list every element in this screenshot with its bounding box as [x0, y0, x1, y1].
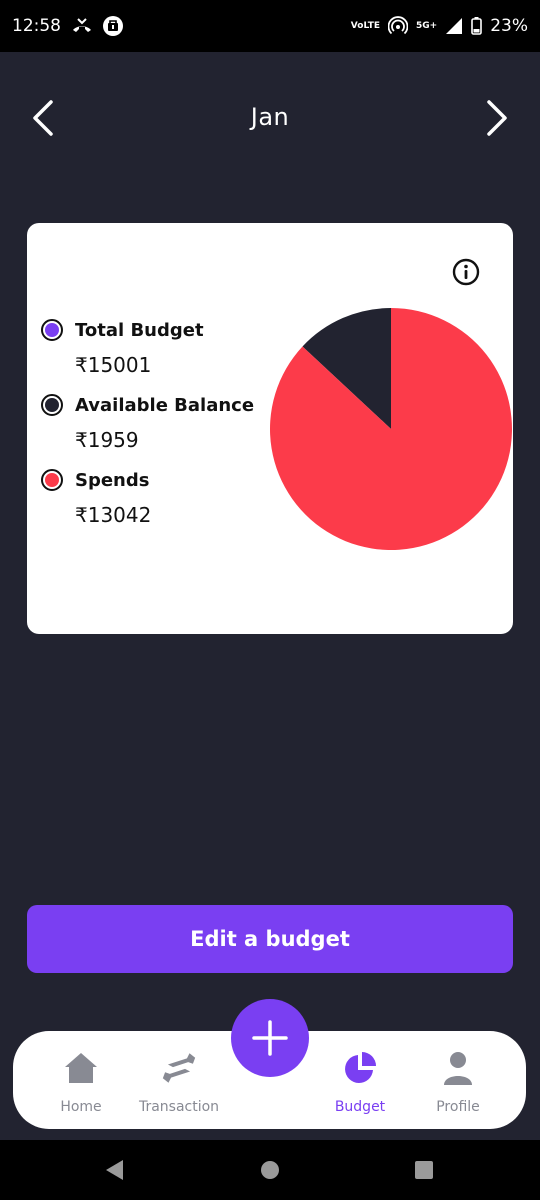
legend-total-budget: Total Budget ₹15001 — [41, 313, 271, 388]
nav-label-profile: Profile — [436, 1099, 480, 1115]
legend-label-spends: Spends — [75, 469, 150, 491]
legend-spends: Spends ₹13042 — [41, 463, 271, 538]
budget-pie-chart — [269, 307, 513, 551]
battery-icon — [471, 17, 483, 35]
network-type-label: 5G+ — [416, 20, 438, 31]
legend-value-total-budget: ₹15001 — [75, 353, 152, 377]
nav-label-home: Home — [60, 1099, 102, 1115]
legend-dot-available-balance — [41, 394, 63, 416]
volte-icon: Vo LTE — [350, 20, 380, 31]
missed-call-icon — [71, 18, 93, 34]
month-header: Jan — [0, 84, 540, 150]
nav-item-budget[interactable]: Budget — [305, 1049, 415, 1121]
month-title: Jan — [250, 103, 290, 131]
edit-budget-button[interactable]: Edit a budget — [27, 905, 513, 973]
volte-bottom-label: LTE — [363, 20, 380, 31]
budget-legend: Total Budget ₹15001 Available Balance ₹1… — [41, 313, 271, 538]
legend-label-available-balance: Available Balance — [75, 394, 255, 416]
add-transaction-button[interactable] — [231, 999, 309, 1077]
nav-item-profile[interactable]: Profile — [403, 1049, 513, 1121]
info-icon[interactable] — [451, 257, 481, 287]
plus-icon — [252, 1020, 288, 1056]
store-notification-icon — [103, 16, 123, 36]
pie-chart-svg — [270, 308, 512, 550]
nav-label-transaction: Transaction — [138, 1099, 220, 1115]
nav-item-transaction[interactable]: Transaction — [124, 1049, 234, 1121]
status-time: 12:58 — [12, 16, 61, 36]
back-triangle-icon[interactable] — [103, 1158, 127, 1182]
transaction-icon — [124, 1049, 234, 1087]
recents-square-icon[interactable] — [412, 1158, 436, 1182]
budget-summary-card: Total Budget ₹15001 Available Balance ₹1… — [27, 223, 513, 634]
battery-percent: 23% — [490, 16, 528, 36]
nav-item-home[interactable]: Home — [26, 1049, 136, 1121]
legend-available-balance: Available Balance ₹1959 — [41, 388, 271, 463]
system-navigation-bar — [0, 1140, 540, 1200]
legend-value-available-balance: ₹1959 — [75, 428, 139, 452]
signal-icon — [445, 17, 463, 35]
budget-pie-icon — [305, 1049, 415, 1087]
hotspot-icon — [388, 16, 408, 36]
home-circle-icon[interactable] — [258, 1158, 282, 1182]
home-icon — [26, 1049, 136, 1087]
profile-icon — [403, 1049, 513, 1087]
legend-dot-total-budget — [41, 319, 63, 341]
status-bar: 12:58 Vo LTE 5G+ 23% — [0, 0, 540, 52]
nav-label-budget: Budget — [334, 1099, 386, 1115]
chevron-left-icon[interactable] — [24, 98, 64, 138]
volte-top-label: Vo — [350, 20, 364, 31]
legend-value-spends: ₹13042 — [75, 503, 152, 527]
legend-label-total-budget: Total Budget — [75, 319, 204, 341]
chevron-right-icon[interactable] — [476, 98, 516, 138]
legend-dot-spends — [41, 469, 63, 491]
